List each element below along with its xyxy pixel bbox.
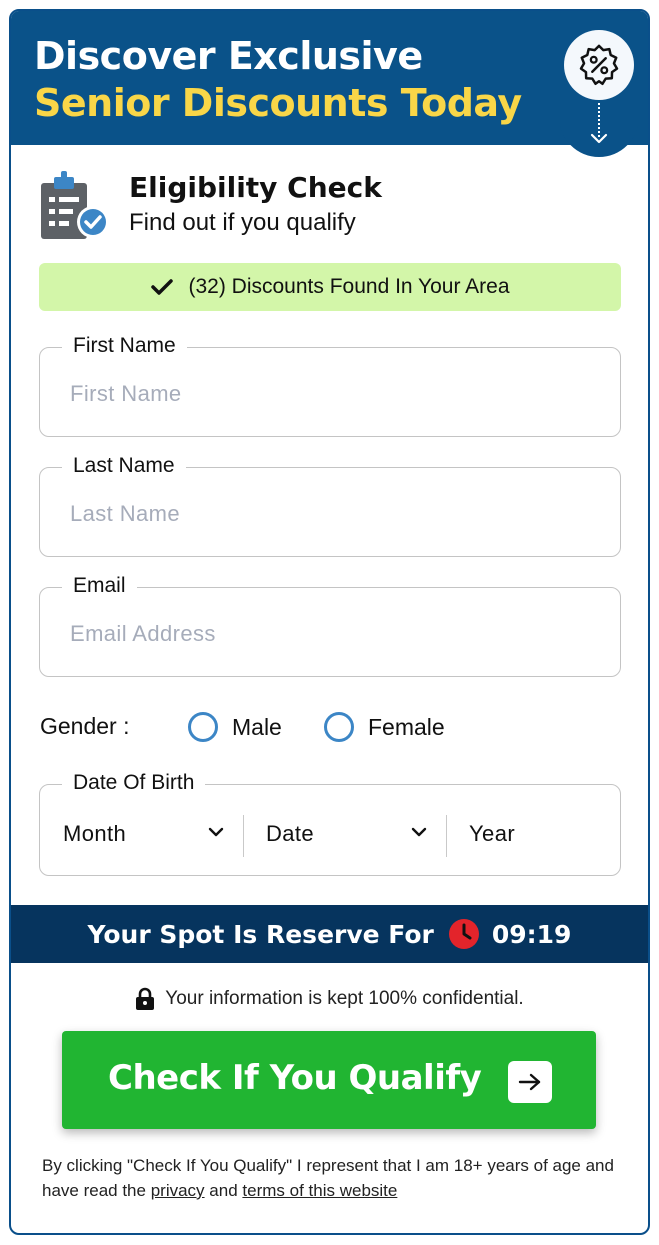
first-name-input[interactable] (70, 378, 590, 410)
radio-circle[interactable] (188, 712, 218, 742)
radio-circle[interactable] (324, 712, 354, 742)
last-name-field: Last Name (39, 454, 621, 557)
gender-female-label: Female (368, 713, 445, 740)
date-of-birth-field: Date Of Birth Month Date Year (39, 771, 621, 876)
headline-line-1: Discover Exclusive (34, 34, 423, 78)
arrow-right-icon[interactable] (508, 1061, 552, 1103)
divider (446, 815, 447, 857)
signup-card: Discover Exclusive Senior Discounts Toda… (9, 9, 650, 1235)
last-name-label: Last Name (62, 454, 186, 478)
chevron-down-icon[interactable] (411, 827, 427, 837)
dob-month-select[interactable]: Month (63, 821, 126, 847)
email-field: Email (39, 574, 621, 677)
chevron-down-icon[interactable] (208, 827, 224, 837)
divider (243, 815, 244, 857)
email-label: Email (62, 574, 137, 598)
legal-disclaimer: By clicking "Check If You Qualify" I rep… (42, 1153, 632, 1203)
privacy-link[interactable]: privacy (151, 1181, 205, 1200)
checkmark-icon (151, 279, 174, 295)
gender-female-radio[interactable]: Female (324, 712, 445, 742)
reservation-timer-bar: Your Spot Is Reserve For 09:19 (11, 905, 648, 963)
check-qualify-button[interactable]: Check If You Qualify (62, 1031, 596, 1129)
header-banner: Discover Exclusive Senior Discounts Toda… (11, 11, 648, 145)
legal-and: and (209, 1181, 238, 1200)
last-name-input[interactable] (70, 498, 590, 530)
dotted-line (598, 103, 600, 137)
lock-icon (136, 987, 155, 1010)
email-input[interactable] (70, 618, 590, 650)
timer-countdown: 09:19 (491, 919, 572, 949)
discounts-found-text: (32) Discounts Found In Your Area (188, 275, 510, 298)
confidential-text: Your information is kept 100% confidenti… (165, 988, 524, 1009)
discounts-found-banner: (32) Discounts Found In Your Area (39, 263, 621, 311)
dob-label: Date Of Birth (62, 771, 206, 795)
gender-male-radio[interactable]: Male (188, 712, 282, 742)
eligibility-title: Eligibility Check (129, 171, 382, 204)
dob-date-select[interactable]: Date (266, 821, 314, 847)
confidential-note: Your information is kept 100% confidenti… (11, 987, 648, 1011)
gender-male-label: Male (232, 713, 282, 740)
eligibility-subtitle: Find out if you qualify (129, 209, 356, 236)
timer-text: Your Spot Is Reserve For (87, 919, 434, 949)
check-qualify-label[interactable]: Check If You Qualify (108, 1058, 482, 1098)
clock-icon (448, 919, 479, 949)
discount-badge-icon (564, 30, 634, 100)
headline-line-2: Senior Discounts Today (34, 81, 522, 125)
terms-link[interactable]: terms of this website (242, 1181, 397, 1200)
clipboard-check-icon (39, 169, 111, 246)
chevron-down-icon (590, 133, 608, 144)
first-name-field: First Name (39, 334, 621, 437)
first-name-label: First Name (62, 334, 187, 358)
dob-year-select[interactable]: Year (469, 821, 515, 847)
gender-label: Gender : (40, 713, 130, 739)
